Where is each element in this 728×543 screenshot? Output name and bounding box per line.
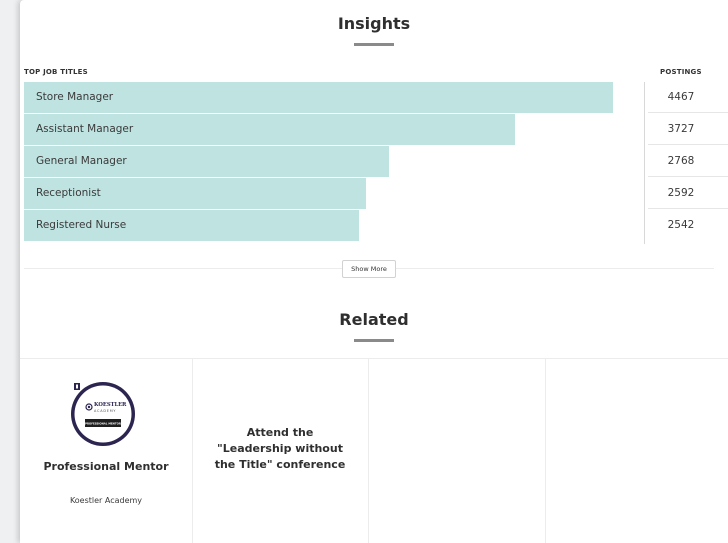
related-card-subtitle: Koestler Academy: [69, 496, 143, 505]
job-title-label: Registered Nurse: [36, 219, 127, 231]
svg-text:PROFESSIONAL MENTOR: PROFESSIONAL MENTOR: [85, 421, 121, 425]
job-title-label: Receptionist: [36, 187, 101, 199]
related-card-title: Attend the "Leadership without the Title…: [214, 426, 346, 471]
insights-title-rule: [354, 43, 394, 46]
koestler-academy-badge-icon: KOESTLER ACADEMY PROFESSIONAL MENTOR: [71, 382, 135, 446]
related-card-empty[interactable]: [368, 359, 546, 543]
insights-title: Insights: [337, 14, 411, 33]
postings-count: 2542: [667, 219, 695, 231]
postings-count: 3727: [667, 123, 695, 135]
show-more-button[interactable]: Show More: [342, 260, 396, 278]
job-title-row[interactable]: Store Manager 4467: [24, 82, 728, 113]
svg-text:ACADEMY: ACADEMY: [94, 409, 116, 413]
row-divider: [648, 144, 728, 145]
job-title-row[interactable]: General Manager 2768: [24, 146, 728, 177]
related-title: Related: [339, 310, 409, 329]
job-title-label: General Manager: [36, 155, 127, 167]
top-job-titles-header: TOP JOB TITLES: [24, 68, 88, 76]
related-card-leadership-conference[interactable]: Attend the "Leadership without the Title…: [192, 359, 369, 543]
related-card-title: Professional Mentor: [43, 460, 169, 473]
postings-header: POSTINGS: [660, 68, 702, 76]
job-title-row[interactable]: Registered Nurse 2542: [24, 210, 728, 241]
job-title-row[interactable]: Receptionist 2592: [24, 178, 728, 209]
svg-text:KOESTLER: KOESTLER: [94, 402, 127, 408]
postings-count: 4467: [667, 91, 695, 103]
related-card-professional-mentor[interactable]: KOESTLER ACADEMY PROFESSIONAL MENTOR Pro…: [20, 359, 193, 543]
row-divider: [648, 176, 728, 177]
row-divider: [648, 208, 728, 209]
job-title-row[interactable]: Assistant Manager 3727: [24, 114, 728, 145]
related-title-rule: [354, 339, 394, 342]
job-title-label: Store Manager: [36, 91, 114, 103]
postings-column-divider: [644, 82, 645, 244]
related-cards-row: KOESTLER ACADEMY PROFESSIONAL MENTOR Pro…: [20, 358, 728, 543]
related-card-empty[interactable]: [545, 359, 728, 543]
insights-card: Insights TOP JOB TITLES POSTINGS Store M…: [20, 0, 728, 543]
row-divider: [648, 112, 728, 113]
postings-count: 2768: [667, 155, 695, 167]
job-title-label: Assistant Manager: [36, 123, 134, 135]
postings-count: 2592: [667, 187, 695, 199]
